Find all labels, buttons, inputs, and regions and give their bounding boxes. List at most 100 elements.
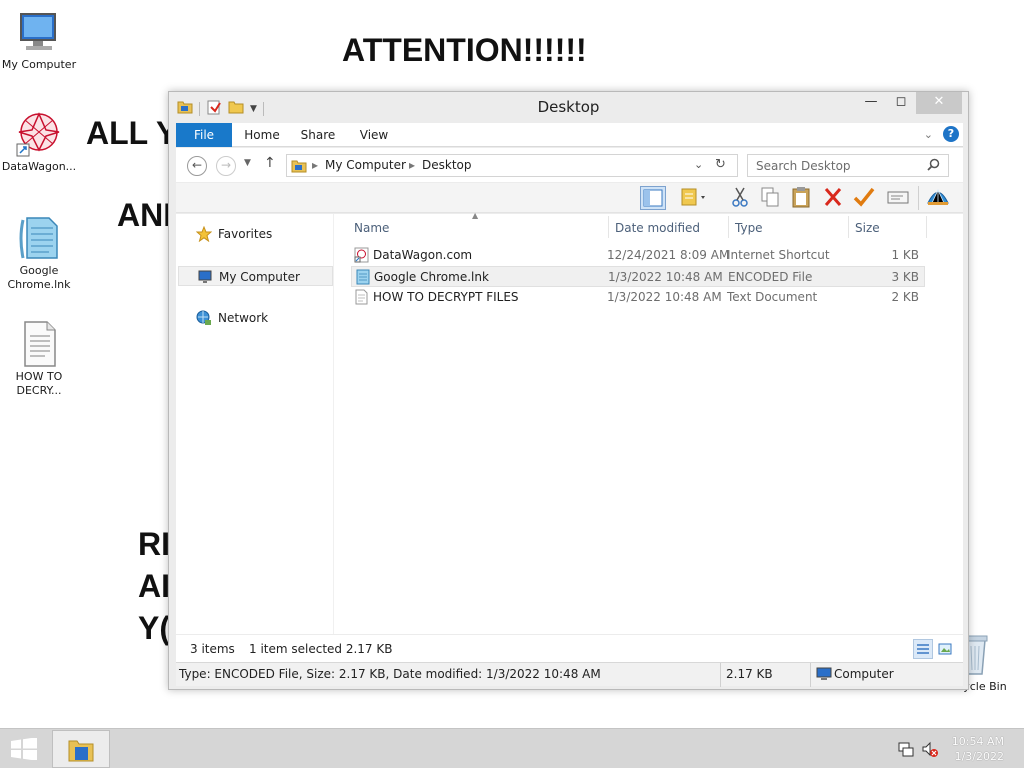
content-area: Favorites My Computer Network ▲ Name Dat… [176,211,963,634]
properties-card-icon[interactable] [886,186,912,210]
explorer-window: ▼ Desktop — ◻ ✕ File Home Share View ⌄ ?… [168,91,969,690]
navigation-bar: ← → ▼ ↑ ▸ My Computer ▸ Desktop ⌄ ↻ Sear… [176,148,963,182]
windows-start-icon[interactable] [10,737,38,761]
nav-item-favorites[interactable]: Favorites [178,224,333,244]
file-size: 3 KB [891,270,919,284]
clock-time: 10:54 AM [951,735,1004,748]
details-bar: Type: ENCODED File, Size: 2.17 KB, Date … [176,662,963,687]
layout-menu-icon[interactable] [679,186,705,210]
column-header-name[interactable]: Name [354,221,389,235]
copy-icon[interactable] [758,186,784,210]
system-clock[interactable]: 10:54 AM 1/3/2022 [952,734,1004,764]
taskbar-file-explorer[interactable] [52,730,110,768]
back-button[interactable]: ← [187,156,207,176]
nav-item-label: Favorites [218,227,273,241]
desktop-icon-label: DataWagon... [1,160,77,173]
breadcrumb-chevron-icon[interactable]: ▸ [312,158,318,172]
desktop-icon-google-chrome[interactable]: Google Chrome.lnk [0,214,78,292]
details-size: 2.17 KB [726,667,773,681]
desktop-icon-label: HOW TO DECRY... [15,370,63,397]
wallpaper-line-1: ALL Y [86,115,178,151]
wallpaper-line-2: ANI [117,197,173,233]
file-type: Internet Shortcut [727,248,830,262]
rename-checkmark-icon[interactable] [852,186,878,210]
breadcrumb-chevron-icon[interactable]: ▸ [409,158,415,172]
network-icon [196,310,212,326]
tab-view[interactable]: View [354,123,394,147]
network-tray-icon[interactable] [897,740,915,758]
file-date: 1/3/2022 10:48 AM [608,270,723,284]
file-name: DataWagon.com [373,248,473,262]
tab-share[interactable]: Share [298,123,338,147]
file-name: HOW TO DECRYPT FILES [373,290,519,304]
wallpaper-attention-text: ATTENTION!!!!!! [342,32,587,68]
computer-icon [15,8,63,56]
details-view-icon[interactable] [913,639,933,659]
details-location: Computer [834,667,894,681]
breadcrumb-desktop[interactable]: Desktop [422,158,472,172]
cut-icon[interactable] [728,186,754,210]
file-size: 1 KB [891,248,919,262]
nav-item-label: Network [218,311,269,325]
sort-indicator-icon: ▲ [472,211,479,220]
search-input[interactable]: Search Desktop [747,154,949,177]
file-size: 2 KB [891,290,919,304]
column-header-type[interactable]: Type [735,221,763,235]
large-icons-view-icon[interactable] [935,639,955,659]
paste-icon[interactable] [789,186,815,210]
title-bar[interactable]: ▼ Desktop — ◻ ✕ [169,92,968,122]
delete-icon[interactable] [821,186,847,210]
computer-icon [816,667,832,684]
address-bar[interactable]: ▸ My Computer ▸ Desktop ⌄ ↻ [286,154,738,177]
minimize-button[interactable]: — [856,92,886,114]
desktop-icon-my-computer[interactable]: My Computer [0,8,78,72]
search-icon[interactable] [927,158,940,174]
maximize-button[interactable]: ◻ [886,92,916,114]
up-button[interactable]: ↑ [264,155,276,171]
file-name: Google Chrome.lnk [374,270,489,284]
address-dropdown-icon[interactable]: ⌄ [694,158,703,171]
window-title: Desktop [537,98,600,116]
forward-button[interactable]: → [216,156,236,176]
clock-date: 1/3/2022 [954,750,1004,763]
recent-locations-icon[interactable]: ▼ [244,158,251,168]
tab-file[interactable]: File [176,123,232,147]
selection-info: 1 item selected 2.17 KB [249,642,393,656]
status-line: 3 items 1 item selected 2.17 KB [176,635,963,663]
breadcrumb-my-computer[interactable]: My Computer [325,158,406,172]
desktop-icon-datawagon[interactable]: DataWagon... [0,110,78,174]
nav-item-network[interactable]: Network [178,308,333,328]
ribbon-tabs: File Home Share View ⌄ ? [176,123,963,147]
folder-icon [67,737,95,766]
internet-shell-icon[interactable] [926,186,952,210]
help-icon[interactable]: ? [943,126,959,142]
folder-icon [291,158,307,177]
file-row-selected[interactable]: Google Chrome.lnk 1/3/2022 10:48 AM ENCO… [351,266,925,287]
navigation-pane: Favorites My Computer Network [176,214,334,634]
column-header-size[interactable]: Size [855,221,880,235]
desktop-icon-how-to-decrypt[interactable]: HOW TO DECRY... [0,320,78,398]
web-shortcut-icon [354,247,369,263]
desktop-icon-label: My Computer [1,58,77,71]
close-button[interactable]: ✕ [916,92,962,114]
file-row[interactable]: DataWagon.com 12/24/2021 8:09 AM Interne… [351,245,925,266]
volume-muted-icon[interactable] [921,740,939,758]
nav-item-my-computer[interactable]: My Computer [178,266,333,286]
file-row[interactable]: HOW TO DECRYPT FILES 1/3/2022 10:48 AM T… [351,287,925,308]
encoded-file-icon [355,269,370,285]
web-shortcut-icon [15,110,63,158]
item-count: 3 items [190,642,235,656]
command-toolbar [176,183,963,213]
wallpaper-line-3: RI [138,526,170,562]
file-date: 1/3/2022 10:48 AM [607,290,722,304]
text-document-icon [354,289,369,305]
preview-pane-icon[interactable] [640,186,666,210]
computer-icon [197,269,213,285]
file-date: 12/24/2021 8:09 AM [607,248,730,262]
expand-ribbon-icon[interactable]: ⌄ [924,128,933,141]
file-list: ▲ Name Date modified Type Size DataWagon… [344,211,934,634]
tab-home[interactable]: Home [242,123,282,147]
refresh-icon[interactable]: ↻ [715,157,726,172]
star-icon [195,225,213,243]
column-header-date-modified[interactable]: Date modified [615,221,700,235]
